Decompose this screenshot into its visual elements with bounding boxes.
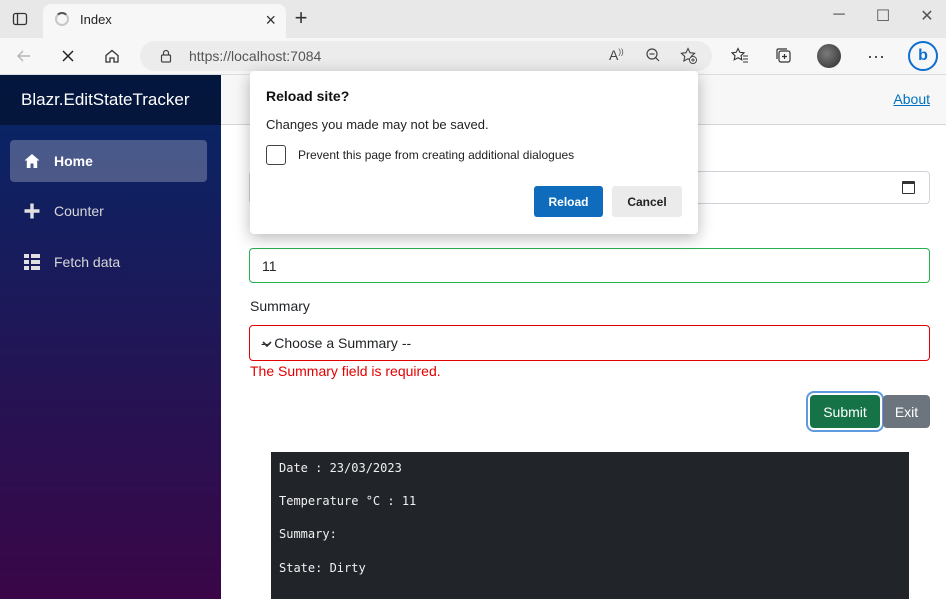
- lock-icon[interactable]: [160, 49, 172, 68]
- reload-site-dialog: Reload site? Changes you made may not be…: [250, 71, 698, 234]
- reload-button[interactable]: Reload: [534, 186, 603, 217]
- plus-icon: [23, 202, 41, 220]
- state-output-panel: Date : 23/03/2023 Temperature °C : 11 Su…: [271, 452, 909, 599]
- cancel-button[interactable]: Cancel: [612, 186, 682, 217]
- home-browser-icon[interactable]: [99, 44, 125, 68]
- dialog-message: Changes you made may not be saved.: [266, 117, 489, 132]
- add-favorite-icon[interactable]: [680, 47, 698, 68]
- profile-avatar[interactable]: [816, 44, 842, 68]
- close-window-icon[interactable]: ✕: [912, 6, 942, 26]
- prevent-dialogues-label[interactable]: Prevent this page from creating addition…: [298, 148, 574, 162]
- chevron-down-icon: [261, 337, 915, 353]
- browser-tab[interactable]: Index ×: [43, 4, 286, 38]
- new-tab-icon[interactable]: +: [290, 7, 312, 30]
- sidebar-item-fetch-data[interactable]: Fetch data: [10, 241, 207, 283]
- url-text[interactable]: https://localhost:7084: [189, 48, 321, 64]
- brand-name[interactable]: Blazr.EditStateTracker: [21, 90, 190, 110]
- list-icon: [23, 253, 41, 271]
- summary-label: Summary: [250, 298, 310, 314]
- summary-select[interactable]: -- Choose a Summary --: [249, 325, 930, 361]
- maximize-icon[interactable]: ☐: [868, 6, 898, 26]
- date-line: Date : 23/03/2023: [279, 461, 402, 475]
- tab-title: Index: [80, 12, 112, 27]
- dialog-title: Reload site?: [266, 88, 350, 104]
- more-options-icon[interactable]: ···: [863, 44, 889, 68]
- browser-toolbar: https://localhost:7084 A)) ··· b: [0, 38, 946, 75]
- sidebar-item-label: Home: [54, 153, 93, 169]
- sidebar: Blazr.EditStateTracker Home Counter Fetc…: [0, 75, 221, 599]
- submit-button[interactable]: Submit: [810, 395, 880, 428]
- sidebar-item-home[interactable]: Home: [10, 140, 207, 182]
- sidebar-item-label: Fetch data: [54, 254, 121, 270]
- browser-tab-bar: Index × + ─ ☐ ✕: [0, 0, 946, 38]
- temperature-line: Temperature °C : 11: [279, 494, 417, 508]
- collections-icon[interactable]: [771, 44, 797, 68]
- brand-bar: Blazr.EditStateTracker: [0, 75, 221, 125]
- tab-actions-icon[interactable]: [10, 9, 30, 29]
- read-aloud-icon[interactable]: A)): [609, 47, 624, 63]
- calendar-icon[interactable]: [902, 181, 915, 194]
- back-icon[interactable]: [11, 44, 37, 68]
- temperature-value: 11: [262, 258, 277, 274]
- favorites-icon[interactable]: [727, 44, 753, 68]
- loading-spinner-icon: [55, 12, 69, 26]
- exit-button[interactable]: Exit: [883, 395, 930, 428]
- sidebar-item-counter[interactable]: Counter: [10, 190, 207, 232]
- state-line: State: Dirty: [279, 561, 366, 575]
- close-tab-icon[interactable]: ×: [265, 10, 276, 30]
- home-icon: [23, 152, 41, 170]
- temperature-input[interactable]: 11: [249, 248, 930, 283]
- about-link[interactable]: About: [893, 91, 930, 107]
- bing-chat-icon[interactable]: b: [907, 40, 939, 72]
- zoom-out-icon[interactable]: [645, 47, 661, 66]
- summary-line: Summary:: [279, 527, 337, 541]
- address-bar[interactable]: https://localhost:7084 A)): [140, 41, 712, 71]
- sidebar-item-label: Counter: [54, 203, 104, 219]
- prevent-dialogues-checkbox[interactable]: [266, 145, 286, 165]
- minimize-icon[interactable]: ─: [824, 6, 854, 24]
- stop-loading-icon[interactable]: [55, 44, 81, 68]
- summary-validation-message: The Summary field is required.: [250, 363, 441, 379]
